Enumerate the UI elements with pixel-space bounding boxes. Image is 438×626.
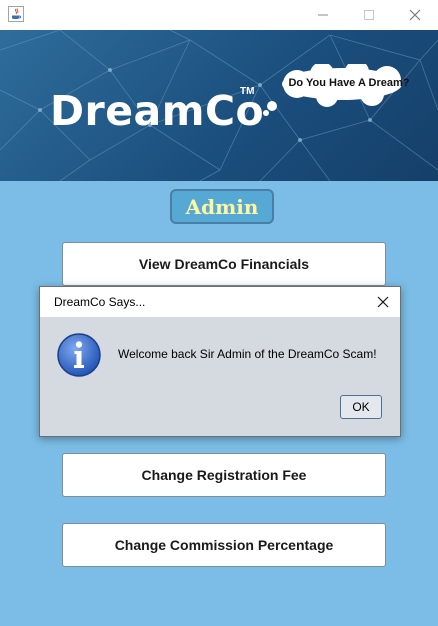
minimize-button[interactable] [300, 0, 346, 30]
close-button[interactable] [392, 0, 438, 30]
ok-button[interactable]: OK [340, 395, 382, 419]
minimize-icon [318, 14, 328, 16]
close-icon [409, 9, 421, 21]
dialog-titlebar: DreamCo Says... [40, 287, 400, 317]
java-icon [8, 6, 24, 22]
thought-bubble [263, 64, 402, 116]
change-commission-button[interactable]: Change Commission Percentage [62, 523, 386, 567]
admin-badge: Admin [170, 189, 274, 224]
maximize-button[interactable] [346, 0, 392, 30]
info-icon [57, 333, 101, 377]
brand-banner: DreamCo TM Do You Have A Dream? [0, 30, 438, 181]
change-registration-fee-button[interactable]: Change Registration Fee [62, 453, 386, 497]
close-icon [377, 296, 389, 308]
bubble-text: Do You Have A Dream? [288, 77, 410, 89]
maximize-icon [364, 10, 374, 20]
view-financials-button[interactable]: View DreamCo Financials [62, 242, 386, 286]
brand-logo-text: DreamCo [50, 87, 265, 135]
dialog-title: DreamCo Says... [54, 295, 146, 309]
dialog-message: Welcome back Sir Admin of the DreamCo Sc… [118, 347, 377, 361]
trademark-mark: TM [240, 86, 255, 97]
message-dialog: DreamCo Says... Welcome back Sir Admin o… [39, 286, 401, 437]
window-titlebar [0, 0, 438, 30]
dialog-close-button[interactable] [366, 287, 400, 317]
